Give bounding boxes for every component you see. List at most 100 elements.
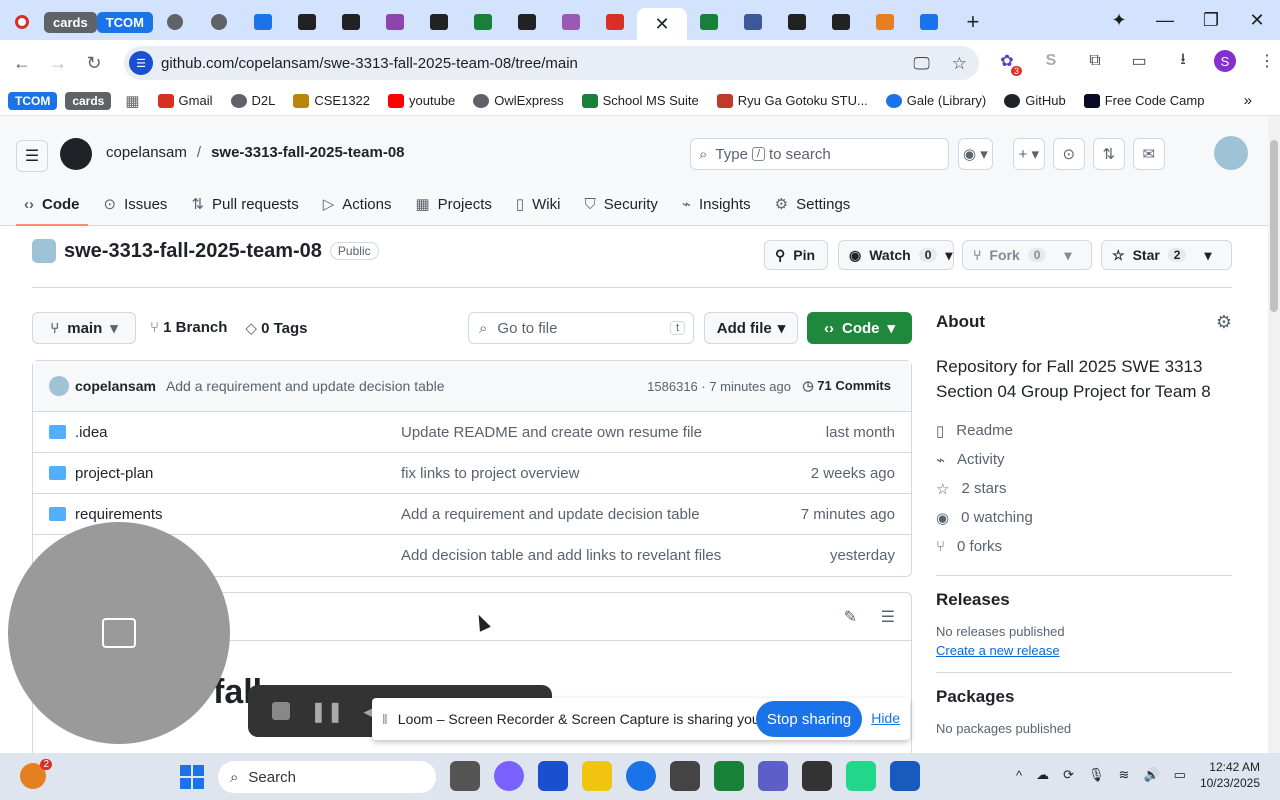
puzzle-icon[interactable]: ⧉ bbox=[1082, 48, 1108, 74]
reload-icon[interactable]: ↻ bbox=[76, 53, 112, 74]
tab-projects[interactable]: ▦ Projects bbox=[407, 188, 499, 220]
branch-selector[interactable]: ⑂ main ▾ bbox=[32, 312, 136, 344]
table-row[interactable]: .idea Update README and create own resume… bbox=[33, 412, 911, 453]
bookmark-github[interactable]: GitHub bbox=[1004, 93, 1066, 108]
watching-link[interactable]: ◉ 0 watching bbox=[936, 503, 1232, 532]
sync-icon[interactable]: ⟳ bbox=[1063, 767, 1074, 783]
search-input[interactable]: ⌕ Type / to search bbox=[690, 138, 949, 170]
code-dropdown-button[interactable]: ‹› Code ▾ bbox=[807, 312, 912, 344]
close-tab-icon[interactable]: ✕ bbox=[654, 14, 669, 35]
tab-gmail[interactable] bbox=[593, 6, 637, 38]
chevron-up-icon[interactable]: ^ bbox=[1016, 768, 1022, 783]
page-scrollbar[interactable] bbox=[1268, 116, 1280, 753]
tab-d2l-5[interactable] bbox=[775, 6, 819, 38]
pycharm-icon[interactable] bbox=[846, 761, 876, 791]
tab-d2l-6[interactable] bbox=[819, 6, 863, 38]
outline-list-icon[interactable]: ☰ bbox=[881, 607, 895, 627]
pull-requests-icon[interactable]: ⇅ bbox=[1092, 138, 1125, 170]
chrome-icon[interactable] bbox=[626, 761, 656, 791]
tab-drive[interactable] bbox=[731, 6, 775, 38]
tab-sheets-2[interactable] bbox=[687, 6, 731, 38]
bookmark-gale[interactable]: Gale (Library) bbox=[885, 93, 986, 108]
spreadsheet-icon[interactable] bbox=[714, 761, 744, 791]
stars-link[interactable]: ☆ 2 stars bbox=[936, 474, 1232, 503]
tab-insights[interactable]: ⌁ Insights bbox=[674, 188, 759, 220]
wifi-icon[interactable]: ≋ bbox=[1119, 767, 1130, 783]
teams-icon[interactable] bbox=[758, 761, 788, 791]
gemini-icon[interactable]: ✦ bbox=[1096, 10, 1142, 31]
pin-button[interactable]: ⚲ Pin bbox=[764, 240, 828, 270]
taskbar-search[interactable]: ⌕ Search bbox=[218, 761, 436, 793]
file-explorer-icon[interactable] bbox=[582, 761, 612, 791]
tab-d2l-2[interactable] bbox=[329, 6, 373, 38]
cast-icon[interactable]: ▭ bbox=[1126, 48, 1152, 74]
bookmark-ms-suite[interactable]: School MS Suite bbox=[581, 93, 699, 108]
calculator-icon[interactable] bbox=[670, 761, 700, 791]
commit-meta[interactable]: 1586316 · 7 minutes ago bbox=[647, 379, 791, 394]
pencil-icon[interactable]: ✎ bbox=[844, 607, 857, 627]
file-commit-message[interactable]: Update README and create own resume file bbox=[401, 424, 702, 441]
star-button[interactable]: ☆ Star 2 ▾ bbox=[1101, 240, 1232, 270]
bookmark-gmail[interactable]: Gmail bbox=[157, 93, 213, 108]
tab-pull-requests[interactable]: ⇅ Pull requests bbox=[183, 188, 306, 220]
inbox-icon[interactable]: ✉ bbox=[1132, 138, 1165, 170]
tab-actions[interactable]: ▷ Actions bbox=[315, 188, 400, 220]
tab-sheets-1[interactable] bbox=[461, 6, 505, 38]
file-name[interactable]: requirements bbox=[75, 506, 163, 523]
bookmark-freecodecamp[interactable]: Free Code Camp bbox=[1083, 93, 1204, 108]
avatar[interactable] bbox=[49, 376, 69, 396]
user-avatar[interactable] bbox=[1214, 136, 1248, 170]
s-extension-icon[interactable]: S bbox=[1038, 48, 1064, 74]
readme-link[interactable]: ▯ Readme bbox=[936, 416, 1232, 445]
extension-icon[interactable]: ✿ 3 bbox=[994, 48, 1022, 76]
onedrive-icon[interactable]: ☁ bbox=[1036, 767, 1049, 783]
volume-icon[interactable]: 🔊 bbox=[1143, 767, 1159, 783]
minimize-icon[interactable]: — bbox=[1142, 10, 1188, 31]
bookmark-youtube[interactable]: youtube bbox=[388, 93, 455, 108]
hamburger-menu-icon[interactable]: ☰ bbox=[16, 140, 48, 172]
back-icon[interactable]: ← bbox=[4, 53, 40, 74]
tab-rainbow[interactable] bbox=[863, 6, 907, 38]
bookmark-d2l[interactable]: D2L bbox=[230, 93, 275, 108]
tab-settings[interactable]: ⚙ Settings bbox=[767, 188, 859, 220]
watch-button[interactable]: ◉ Watch 0 ▾ bbox=[838, 240, 954, 270]
issues-icon[interactable]: ⊙ bbox=[1052, 138, 1085, 170]
bookmark-group-chip[interactable]: cards bbox=[65, 91, 112, 110]
copilot-icon[interactable] bbox=[494, 761, 524, 791]
commit-author[interactable]: copelansam bbox=[75, 378, 156, 394]
word-icon[interactable] bbox=[890, 761, 920, 791]
tags-link[interactable]: ◇ 0 Tags bbox=[245, 319, 307, 337]
packages-heading[interactable]: Packages bbox=[936, 687, 1232, 707]
create-release-link[interactable]: Create a new release bbox=[936, 643, 1232, 658]
tab-forms[interactable] bbox=[241, 6, 285, 38]
profile-avatar[interactable]: S bbox=[1214, 50, 1236, 72]
tab-recording[interactable] bbox=[0, 6, 44, 38]
go-to-file-input[interactable]: ⌕ Go to file t bbox=[468, 312, 694, 344]
task-view-icon[interactable] bbox=[450, 761, 480, 791]
hide-button[interactable]: Hide bbox=[871, 710, 900, 726]
commits-link[interactable]: ◷ 71 Commits bbox=[802, 378, 891, 394]
tab-code[interactable]: ‹› Code bbox=[16, 188, 88, 226]
close-window-icon[interactable]: ✕ bbox=[1234, 10, 1280, 31]
fork-button[interactable]: ⑂ Fork 0 ▾ bbox=[962, 240, 1092, 270]
loom-camera-bubble[interactable] bbox=[8, 522, 230, 744]
activity-link[interactable]: ⌁ Activity bbox=[936, 445, 1232, 474]
battery-icon[interactable]: ▭ bbox=[1174, 767, 1186, 783]
microphone-icon[interactable]: 🎙 bbox=[1088, 767, 1105, 783]
tab-cards-group[interactable]: cards bbox=[44, 6, 97, 38]
tab-globe-1[interactable] bbox=[153, 6, 197, 38]
file-name[interactable]: .idea bbox=[75, 424, 108, 441]
repo-name[interactable]: swe-3313-fall-2025-team-08 bbox=[64, 240, 322, 263]
breadcrumb-owner[interactable]: copelansam bbox=[106, 144, 187, 161]
breadcrumb-repo[interactable]: swe-3313-fall-2025-team-08 bbox=[211, 144, 404, 161]
tab-security[interactable]: ⛉ Security bbox=[576, 188, 665, 220]
stop-recording-icon[interactable] bbox=[272, 702, 290, 720]
address-bar[interactable]: ☰ github.com/copelansam/swe-3313-fall-20… bbox=[124, 46, 979, 80]
table-row[interactable]: requirements Add a requirement and update… bbox=[33, 494, 911, 535]
drag-handle-icon[interactable]: ‖ bbox=[382, 711, 388, 727]
copilot-icon[interactable]: ◉ ▾ bbox=[958, 138, 993, 170]
bookmark-star-icon[interactable]: ☆ bbox=[952, 54, 967, 74]
new-tab-button[interactable]: + bbox=[951, 6, 995, 38]
site-info-icon[interactable]: ☰ bbox=[129, 51, 153, 75]
tab-d2l-3[interactable] bbox=[417, 6, 461, 38]
